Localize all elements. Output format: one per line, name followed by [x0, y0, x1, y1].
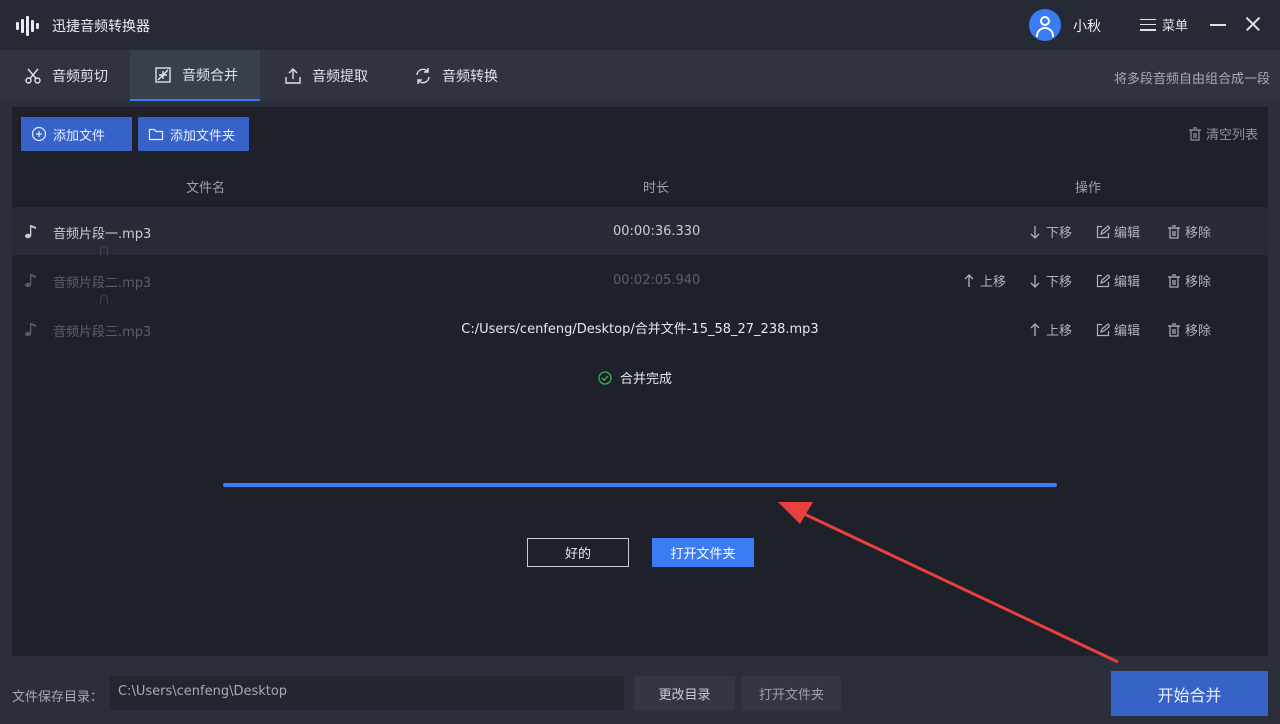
folder-icon: [148, 128, 164, 141]
title-bar: 迅捷音频转换器 小秋 菜单: [0, 0, 1280, 50]
check-circle-icon: [598, 370, 612, 385]
merge-progress-fill: [223, 483, 1057, 487]
trash-icon: [1188, 126, 1201, 141]
change-dir-button[interactable]: 更改目录: [634, 676, 735, 710]
trash-icon: [1168, 273, 1180, 288]
open-output-folder-button[interactable]: 打开文件夹: [742, 676, 841, 710]
app-title: 迅捷音频转换器: [52, 19, 150, 35]
table-row[interactable]: 音频片段二.mp3 00:02:05.940 上移 下移 编辑 移除: [12, 256, 1268, 304]
move-down-label: 下移: [1046, 275, 1073, 290]
tab-label: 音频剪切: [52, 68, 108, 85]
app-logo-icon: [12, 11, 42, 41]
hamburger-icon: [1140, 18, 1156, 31]
bottom-bar: 文件保存目录： C:\Users\cenfeng\Desktop 更改目录 打开…: [0, 663, 1280, 724]
remove-label: 移除: [1185, 226, 1212, 241]
menu-button[interactable]: 菜单: [1140, 15, 1188, 34]
add-file-button[interactable]: 添加文件: [21, 117, 132, 151]
start-merge-button[interactable]: 开始合并: [1111, 671, 1268, 716]
edit-button[interactable]: 编辑: [1096, 222, 1140, 241]
tab-label: 音频提取: [312, 68, 368, 85]
file-name: 音频片段二.mp3: [53, 276, 152, 291]
tab-audio-merge[interactable]: 音频合并: [130, 50, 260, 101]
tab-hint: 将多段音频自由组合成一段: [1113, 72, 1270, 87]
music-note-icon: [25, 274, 36, 288]
tab-audio-cut[interactable]: 音频剪切: [0, 50, 130, 101]
tab-label: 音频合并: [182, 67, 238, 84]
merge-icon: [155, 66, 171, 83]
close-button[interactable]: [1243, 14, 1263, 34]
tab-label: 音频转换: [442, 68, 498, 85]
tab-bar: 音频剪切 音频合并 音频提取 音频转换 将多段音频自由组合成一段: [0, 50, 1280, 101]
add-file-label: 添加文件: [53, 128, 106, 144]
add-folder-label: 添加文件夹: [170, 128, 236, 144]
merge-progress-bar: [223, 483, 1057, 487]
user-avatar[interactable]: [1029, 9, 1061, 41]
clear-list-label: 清空列表: [1205, 128, 1258, 143]
column-filename: 文件名: [186, 181, 226, 196]
move-up-button[interactable]: 上移: [962, 271, 1006, 290]
open-folder-button[interactable]: 打开文件夹: [652, 538, 754, 567]
add-folder-button[interactable]: 添加文件夹: [138, 117, 249, 151]
merge-status-label: 合并完成: [620, 372, 673, 387]
table-header: 文件名 时长 操作: [12, 164, 1268, 206]
save-dir-field[interactable]: C:\Users\cenfeng\Desktop: [110, 676, 624, 710]
move-down-label: 下移: [1046, 226, 1073, 241]
arrow-down-icon: [1030, 274, 1040, 288]
minimize-button[interactable]: [1208, 14, 1228, 34]
extract-icon: [285, 67, 301, 84]
move-down-button[interactable]: 下移: [1028, 222, 1072, 241]
music-note-icon: [25, 225, 36, 239]
edit-icon: [1096, 224, 1110, 238]
convert-icon: [416, 67, 430, 84]
file-duration: 00:00:36.330: [613, 224, 701, 239]
output-file-path: C:/Users/cenfeng/Desktop/合并文件-15_58_27_2…: [461, 322, 819, 337]
edit-label: 编辑: [1114, 226, 1141, 241]
arrow-down-icon: [1030, 225, 1040, 239]
username[interactable]: 小秋: [1073, 16, 1101, 36]
remove-label: 移除: [1185, 275, 1212, 290]
move-down-button[interactable]: 下移: [1028, 271, 1072, 290]
move-up-label: 上移: [980, 275, 1007, 290]
menu-label: 菜单: [1162, 19, 1189, 34]
column-actions: 操作: [1075, 181, 1102, 196]
column-duration: 时长: [643, 181, 670, 196]
edit-icon: [1096, 273, 1110, 287]
file-name: 音频片段一.mp3: [53, 227, 152, 242]
tab-audio-extract[interactable]: 音频提取: [260, 50, 390, 101]
tab-audio-convert[interactable]: 音频转换: [390, 50, 520, 101]
trash-icon: [1168, 224, 1180, 239]
clear-list-button[interactable]: 清空列表: [1188, 124, 1258, 143]
edit-button[interactable]: 编辑: [1096, 271, 1140, 290]
remove-button[interactable]: 移除: [1167, 271, 1211, 290]
merge-status: 合并完成: [598, 368, 672, 387]
remove-button[interactable]: 移除: [1167, 222, 1211, 241]
save-dir-label: 文件保存目录：: [12, 690, 104, 705]
ok-button[interactable]: 好的: [527, 538, 629, 567]
file-duration: 00:02:05.940: [613, 273, 701, 288]
arrow-up-icon: [964, 273, 974, 287]
scissors-icon: [25, 68, 41, 84]
table-row[interactable]: 音频片段一.mp3 00:00:36.330 下移 编辑 移除: [12, 207, 1268, 255]
plus-circle-icon: [31, 126, 47, 142]
edit-label: 编辑: [1114, 275, 1141, 290]
